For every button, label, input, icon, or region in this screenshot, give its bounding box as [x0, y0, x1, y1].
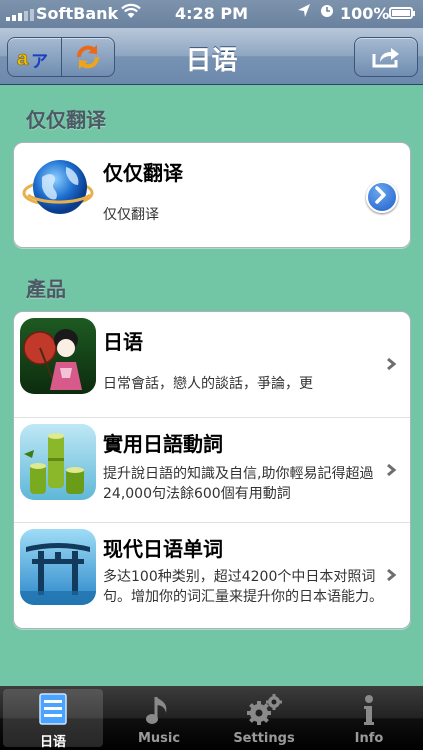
chevron-right-icon	[375, 186, 386, 204]
cell-title: 现代日语单词	[103, 537, 223, 561]
list-item-vocabulary[interactable]: 现代日语单词 多达100种类别，超过4200个中日本对照词句。增加你的词汇量来提…	[14, 522, 410, 628]
tab-settings[interactable]: Settings	[214, 689, 314, 747]
gear-icon	[214, 693, 314, 727]
geisha-icon	[20, 318, 96, 394]
navigation-bar: a ア 日语	[0, 28, 423, 85]
cell-subtitle: 提升說日語的知識及自信,助你輕易記得超過24,000句法餘600個有用動詞	[103, 466, 374, 502]
tab-label: Settings	[233, 731, 295, 746]
cell-title: 實用日語動詞	[103, 432, 223, 456]
section-header-translate: 仅仅翻译	[26, 108, 106, 132]
location-icon	[297, 3, 311, 23]
globe-icon	[20, 151, 96, 227]
torii-icon	[20, 529, 96, 605]
tab-info[interactable]: Info	[319, 689, 419, 747]
cell-title: 仅仅翻译	[103, 161, 183, 185]
battery-icon	[389, 7, 413, 19]
alarm-clock-icon	[319, 2, 335, 22]
tab-label: Music	[137, 731, 181, 746]
tab-music[interactable]: Music	[109, 689, 209, 747]
chevron-right-icon	[387, 568, 397, 582]
tab-bar: 日语 Music Settings Info	[0, 686, 423, 750]
products-group: 日语 日常會話，戀人的談話，爭論，更 實用日語動詞 提升說日語的知識及自信,助你…	[13, 311, 411, 629]
chevron-right-icon	[387, 463, 397, 477]
list-item-translate[interactable]: 仅仅翻译 仅仅翻译	[14, 143, 410, 247]
cell-subtitle: 多达100种类别，超过4200个中日本对照词句。增加你的词汇量来提升你的日本语能…	[103, 569, 383, 605]
list-item-verbs[interactable]: 實用日語動詞 提升說日語的知識及自信,助你輕易記得超過24,000句法餘600個…	[14, 417, 410, 523]
cell-subtitle: 日常會話，戀人的談話，爭論，更	[103, 376, 313, 392]
status-bar: SoftBank 4:28 PM 100%	[0, 0, 423, 28]
share-icon	[372, 48, 399, 68]
chevron-right-icon	[387, 357, 397, 371]
tab-label: Info	[354, 731, 384, 746]
cell-title: 日语	[103, 330, 143, 354]
share-button[interactable]	[354, 37, 418, 77]
list-icon	[3, 693, 103, 727]
section-header-products: 產品	[26, 277, 66, 301]
bamboo-icon	[20, 424, 96, 500]
tab-japanese[interactable]: 日语	[3, 689, 103, 750]
translate-group: 仅仅翻译 仅仅翻译	[13, 142, 411, 248]
battery-percentage: 100%	[340, 4, 390, 23]
cell-subtitle: 仅仅翻译	[103, 207, 159, 223]
tab-label: 日语	[39, 735, 66, 750]
info-icon	[319, 693, 419, 727]
detail-disclosure-button[interactable]	[366, 181, 398, 213]
list-item-japanese[interactable]: 日语 日常會話，戀人的談話，爭論，更	[14, 312, 410, 417]
music-note-icon	[109, 693, 209, 727]
